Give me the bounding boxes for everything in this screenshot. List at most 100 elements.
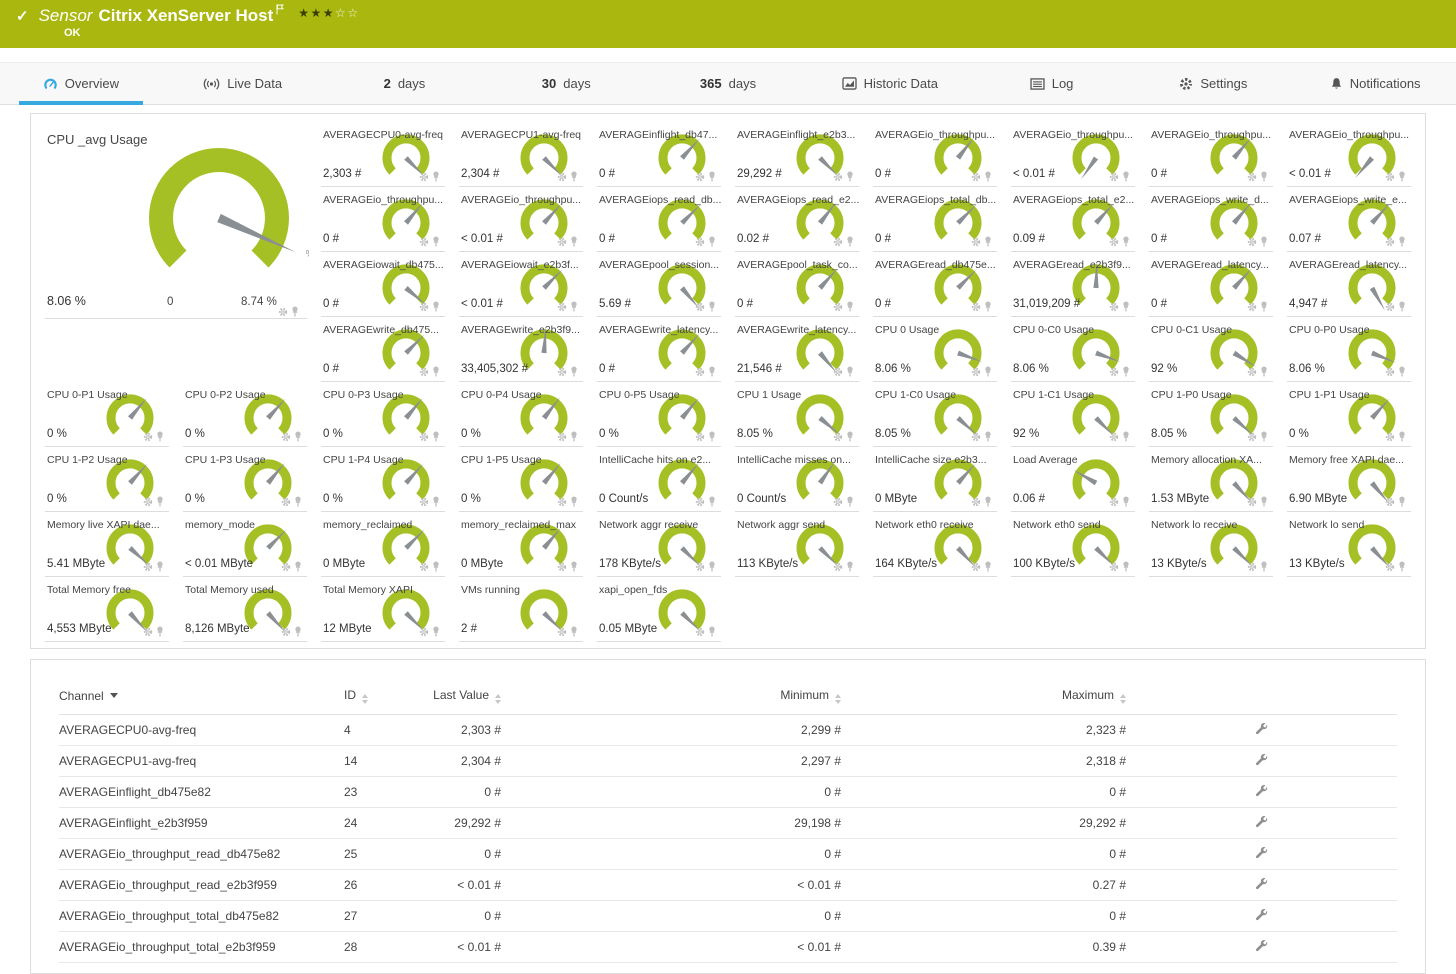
gauge-tile[interactable]: AVERAGEpool_task_co...0 #: [735, 252, 859, 317]
column-header-maximum[interactable]: Maximum: [841, 684, 1126, 715]
pin-icon[interactable]: [1260, 301, 1268, 312]
gear-icon[interactable]: [695, 172, 705, 182]
pin-icon[interactable]: [570, 301, 578, 312]
gear-icon[interactable]: [281, 432, 291, 442]
gear-icon[interactable]: [1385, 302, 1395, 312]
flag-icon[interactable]: [276, 2, 284, 20]
pin-icon[interactable]: [984, 496, 992, 507]
gauge-tile[interactable]: Network aggr send113 KByte/s: [735, 512, 859, 577]
gauge-tile[interactable]: AVERAGEread_latency...4,947 #: [1287, 252, 1411, 317]
gauge-tile[interactable]: IntelliCache hits on e2...0 Count/s: [597, 447, 721, 512]
tab-overview[interactable]: Overview: [0, 63, 162, 104]
gauge-tile[interactable]: Total Memory XAPI12 MByte: [321, 577, 445, 642]
tab-live-data[interactable]: Live Data: [162, 63, 324, 104]
pin-icon[interactable]: [1122, 561, 1130, 572]
gear-icon[interactable]: [971, 562, 981, 572]
pin-icon[interactable]: [1260, 496, 1268, 507]
pin-icon[interactable]: [570, 496, 578, 507]
pin-icon[interactable]: [708, 561, 716, 572]
tab-365-days[interactable]: 365days: [647, 63, 809, 104]
pin-icon[interactable]: [570, 366, 578, 377]
gear-icon[interactable]: [971, 497, 981, 507]
pin-icon[interactable]: [984, 366, 992, 377]
gear-icon[interactable]: [557, 432, 567, 442]
gauge-tile[interactable]: Memory allocation XA...1.53 MByte: [1149, 447, 1273, 512]
gear-icon[interactable]: [833, 237, 843, 247]
pin-icon[interactable]: [708, 171, 716, 182]
gauge-tile[interactable]: CPU 0-P2 Usage0 %: [183, 382, 307, 447]
gear-icon[interactable]: [1385, 172, 1395, 182]
pin-icon[interactable]: [984, 561, 992, 572]
gauge-tile[interactable]: Network lo send13 KByte/s: [1287, 512, 1411, 577]
table-row[interactable]: AVERAGEinflight_db475e82230 #0 #0 #: [59, 777, 1397, 808]
pin-icon[interactable]: [432, 561, 440, 572]
gear-icon[interactable]: [1109, 562, 1119, 572]
pin-icon[interactable]: [984, 431, 992, 442]
gauge-tile[interactable]: CPU 0 Usage8.06 %: [873, 317, 997, 382]
gear-icon[interactable]: [419, 172, 429, 182]
channel-settings-icon[interactable]: [1255, 786, 1268, 800]
gauge-tile[interactable]: IntelliCache misses on...0 Count/s: [735, 447, 859, 512]
gear-icon[interactable]: [278, 307, 288, 317]
gear-icon[interactable]: [833, 497, 843, 507]
pin-icon[interactable]: [1260, 561, 1268, 572]
pin-icon[interactable]: [291, 306, 299, 317]
column-header-minimum[interactable]: Minimum: [501, 684, 841, 715]
star-filled-icon[interactable]: ★: [323, 6, 335, 20]
gauge-tile[interactable]: xapi_open_fds0.05 MByte: [597, 577, 721, 642]
pin-icon[interactable]: [294, 626, 302, 637]
gauge-tile[interactable]: AVERAGEiops_read_e2...0.02 #: [735, 187, 859, 252]
gauge-tile[interactable]: Network eth0 send100 KByte/s: [1011, 512, 1135, 577]
pin-icon[interactable]: [432, 496, 440, 507]
column-header-id[interactable]: ID: [344, 684, 414, 715]
pin-icon[interactable]: [846, 561, 854, 572]
pin-icon[interactable]: [432, 431, 440, 442]
gear-icon[interactable]: [1109, 302, 1119, 312]
pin-icon[interactable]: [1260, 431, 1268, 442]
pin-icon[interactable]: [1398, 561, 1406, 572]
pin-icon[interactable]: [1398, 431, 1406, 442]
channel-settings-icon[interactable]: [1255, 724, 1268, 738]
gear-icon[interactable]: [1109, 432, 1119, 442]
pin-icon[interactable]: [156, 626, 164, 637]
pin-icon[interactable]: [294, 561, 302, 572]
gear-icon[interactable]: [695, 562, 705, 572]
gauge-tile[interactable]: Total Memory free4,553 MByte: [45, 577, 169, 642]
gear-icon[interactable]: [1247, 237, 1257, 247]
channel-settings-icon[interactable]: [1255, 910, 1268, 924]
pin-icon[interactable]: [846, 431, 854, 442]
gauge-tile[interactable]: Network lo receive13 KByte/s: [1149, 512, 1273, 577]
gauge-tile[interactable]: CPU 1-C0 Usage8.05 %: [873, 382, 997, 447]
table-row[interactable]: AVERAGEio_throughput_read_db475e82250 #0…: [59, 839, 1397, 870]
pin-icon[interactable]: [984, 236, 992, 247]
gear-icon[interactable]: [1385, 367, 1395, 377]
star-empty-icon[interactable]: ☆: [347, 6, 359, 20]
gauge-tile[interactable]: AVERAGEio_throughpu...< 0.01 #: [1011, 122, 1135, 187]
gear-icon[interactable]: [833, 562, 843, 572]
big-gauge-tile[interactable]: CPU _avg Usage % 8.06 % 0 8.74 %: [45, 122, 307, 382]
gauge-tile[interactable]: Memory free XAPI dae...6.90 MByte: [1287, 447, 1411, 512]
gauge-tile[interactable]: CPU 1 Usage8.05 %: [735, 382, 859, 447]
pin-icon[interactable]: [1260, 171, 1268, 182]
channel-settings-icon[interactable]: [1255, 848, 1268, 862]
gear-icon[interactable]: [695, 237, 705, 247]
gear-icon[interactable]: [281, 627, 291, 637]
channel-settings-icon[interactable]: [1255, 941, 1268, 955]
pin-icon[interactable]: [570, 626, 578, 637]
tab-log[interactable]: Log: [971, 63, 1133, 104]
gear-icon[interactable]: [557, 172, 567, 182]
gauge-tile[interactable]: CPU 1-P0 Usage8.05 %: [1149, 382, 1273, 447]
pin-icon[interactable]: [1398, 171, 1406, 182]
star-filled-icon[interactable]: ★: [298, 6, 310, 20]
gear-icon[interactable]: [971, 302, 981, 312]
table-row[interactable]: AVERAGEio_throughput_read_e2b3f95926< 0.…: [59, 870, 1397, 901]
gear-icon[interactable]: [419, 627, 429, 637]
star-empty-icon[interactable]: ☆: [335, 6, 347, 20]
pin-icon[interactable]: [156, 496, 164, 507]
pin-icon[interactable]: [1398, 236, 1406, 247]
pin-icon[interactable]: [708, 626, 716, 637]
pin-icon[interactable]: [1398, 366, 1406, 377]
gauge-tile[interactable]: CPU 1-P1 Usage0 %: [1287, 382, 1411, 447]
gauge-tile[interactable]: AVERAGEiops_total_db...0 #: [873, 187, 997, 252]
gauge-tile[interactable]: CPU 0-C0 Usage8.06 %: [1011, 317, 1135, 382]
